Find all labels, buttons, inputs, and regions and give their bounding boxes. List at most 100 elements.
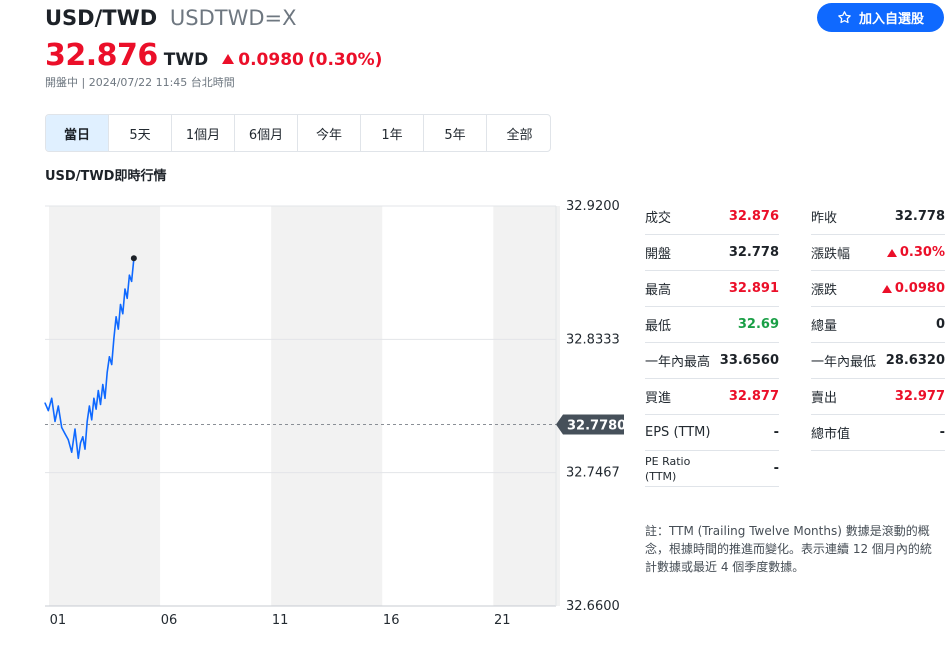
stat-row: 開盤 32.778 bbox=[645, 235, 779, 271]
price-point bbox=[61, 426, 63, 429]
price-point bbox=[97, 390, 99, 392]
price-point bbox=[86, 420, 88, 422]
y-tick-label: 32.7467 bbox=[566, 466, 620, 481]
stat-label: EPS (TTM) bbox=[645, 425, 711, 440]
x-tick-label: 11 bbox=[272, 613, 289, 628]
price-point bbox=[67, 439, 69, 441]
stat-value-text: 32.69 bbox=[737, 317, 779, 332]
range-tab[interactable]: 1個月 bbox=[172, 115, 235, 151]
y-tick-label: 32.6600 bbox=[566, 599, 620, 614]
price-point bbox=[71, 451, 73, 453]
stat-label: 昨收 bbox=[811, 211, 838, 226]
range-tab[interactable]: 全部 bbox=[487, 115, 550, 151]
range-tab[interactable]: 6個月 bbox=[235, 115, 298, 151]
range-tab[interactable]: 1年 bbox=[361, 115, 424, 151]
price-point bbox=[88, 405, 91, 407]
stat-value: 32.877 bbox=[729, 389, 779, 404]
price-point bbox=[111, 363, 113, 366]
price-point bbox=[106, 371, 108, 373]
change-percent: (0.30%) bbox=[307, 50, 383, 70]
range-tab[interactable]: 5年 bbox=[424, 115, 487, 151]
stat-value: - bbox=[774, 425, 779, 440]
up-arrow-icon bbox=[881, 284, 892, 293]
stat-label: 一年內最高 bbox=[645, 355, 711, 370]
stat-row: 漲跌 0.0980 bbox=[811, 271, 945, 307]
x-tick-label: 16 bbox=[383, 613, 400, 628]
chart-band bbox=[271, 206, 383, 606]
previous-close-label: 32.7780 bbox=[567, 418, 626, 433]
stat-label: 開盤 bbox=[645, 247, 672, 262]
stat-label: 漲跌 bbox=[811, 283, 838, 298]
stat-row: 總量 0 bbox=[811, 307, 945, 343]
add-to-watchlist-button[interactable]: 加入自選股 bbox=[817, 3, 944, 32]
stats-column-left: 成交 32.876 開盤 32.778 最高 32.891 最低 32.69 一年內最高 33.6… bbox=[645, 199, 779, 487]
price-chart[interactable]: 32.7780 32.9200 32.8333 32.7467 32.6600 01 0… bbox=[0, 195, 630, 635]
currency-pair: USD/TWD bbox=[45, 6, 158, 30]
stat-row: 賣出 32.977 bbox=[811, 379, 945, 415]
stat-value-text: 0 bbox=[935, 317, 945, 332]
quote-currency: TWD bbox=[163, 50, 209, 70]
stat-value: 0.30% bbox=[886, 245, 945, 260]
x-tick-label: 06 bbox=[161, 613, 178, 628]
y-tick-label: 32.9200 bbox=[566, 199, 620, 214]
price-point bbox=[79, 442, 82, 444]
price-point bbox=[74, 428, 76, 430]
stat-label: 總市值 bbox=[811, 427, 851, 442]
up-arrow-icon bbox=[886, 248, 897, 257]
stat-label: 成交 bbox=[645, 211, 672, 226]
stat-row: 成交 32.876 bbox=[645, 199, 779, 235]
price-point bbox=[113, 337, 115, 339]
stat-value: 32.778 bbox=[729, 245, 779, 260]
stat-row: 一年內最高 33.6560 bbox=[645, 343, 779, 379]
star-outline-icon bbox=[838, 11, 851, 24]
price-point bbox=[82, 436, 84, 438]
stat-value-text: 32.876 bbox=[728, 209, 779, 224]
price-point bbox=[95, 408, 97, 410]
price-point bbox=[77, 457, 79, 459]
stat-value: 32.876 bbox=[729, 209, 779, 224]
stat-row: 昨收 32.778 bbox=[811, 199, 945, 235]
last-price-marker bbox=[130, 255, 137, 262]
x-tick-label: 21 bbox=[494, 613, 511, 628]
price-point bbox=[54, 420, 56, 422]
price-change: 0.0980 (0.30%) bbox=[222, 50, 382, 70]
price-point bbox=[128, 274, 131, 276]
chart-band bbox=[49, 206, 161, 606]
price-point bbox=[91, 419, 93, 421]
range-tab[interactable]: 當日 bbox=[46, 115, 109, 151]
stat-label: 總量 bbox=[811, 319, 838, 334]
stat-label: 一年內最低 bbox=[811, 355, 877, 370]
stat-row: 漲跌幅 0.30% bbox=[811, 235, 945, 271]
range-tab[interactable]: 今年 bbox=[298, 115, 361, 151]
price-point bbox=[124, 288, 126, 290]
stat-row: EPS (TTM) - bbox=[645, 415, 779, 451]
y-tick-label: 32.8333 bbox=[566, 332, 620, 347]
price-point bbox=[57, 405, 59, 407]
stat-value: - bbox=[774, 461, 779, 476]
stat-row: 最高 32.891 bbox=[645, 271, 779, 307]
ticker-symbol: USDTWD=X bbox=[169, 6, 297, 30]
stat-value: 32.778 bbox=[895, 209, 945, 224]
stat-value: 0.0980 bbox=[881, 281, 945, 296]
price-point bbox=[102, 383, 104, 386]
price-point bbox=[44, 402, 46, 404]
stat-row: 最低 32.69 bbox=[645, 307, 779, 343]
add-to-watchlist-label: 加入自選股 bbox=[858, 12, 924, 27]
stat-row: 買進 32.877 bbox=[645, 379, 779, 415]
stat-row: 總市值 - bbox=[811, 415, 945, 451]
stat-value: 32.977 bbox=[895, 389, 945, 404]
stat-row: 一年內最低 28.6320 bbox=[811, 343, 945, 379]
price-point bbox=[117, 328, 119, 330]
price-point bbox=[47, 410, 49, 412]
chart-title: USD/TWD即時行情 bbox=[45, 169, 167, 184]
price-point bbox=[126, 297, 128, 299]
stat-value-text: - bbox=[939, 425, 945, 440]
market-status: 開盤中 | 2024/07/22 11:45 台北時間 bbox=[45, 76, 235, 89]
stat-value: 33.6560 bbox=[720, 353, 779, 368]
stat-value-text: - bbox=[773, 425, 779, 440]
change-value: 0.0980 bbox=[238, 50, 304, 70]
stat-label: 最低 bbox=[645, 319, 672, 334]
range-tab[interactable]: 5天 bbox=[109, 115, 172, 151]
stat-label: 賣出 bbox=[811, 391, 838, 406]
ttm-note: 註：TTM (Trailing Twelve Months) 數據是滾動的概念，… bbox=[645, 524, 932, 574]
